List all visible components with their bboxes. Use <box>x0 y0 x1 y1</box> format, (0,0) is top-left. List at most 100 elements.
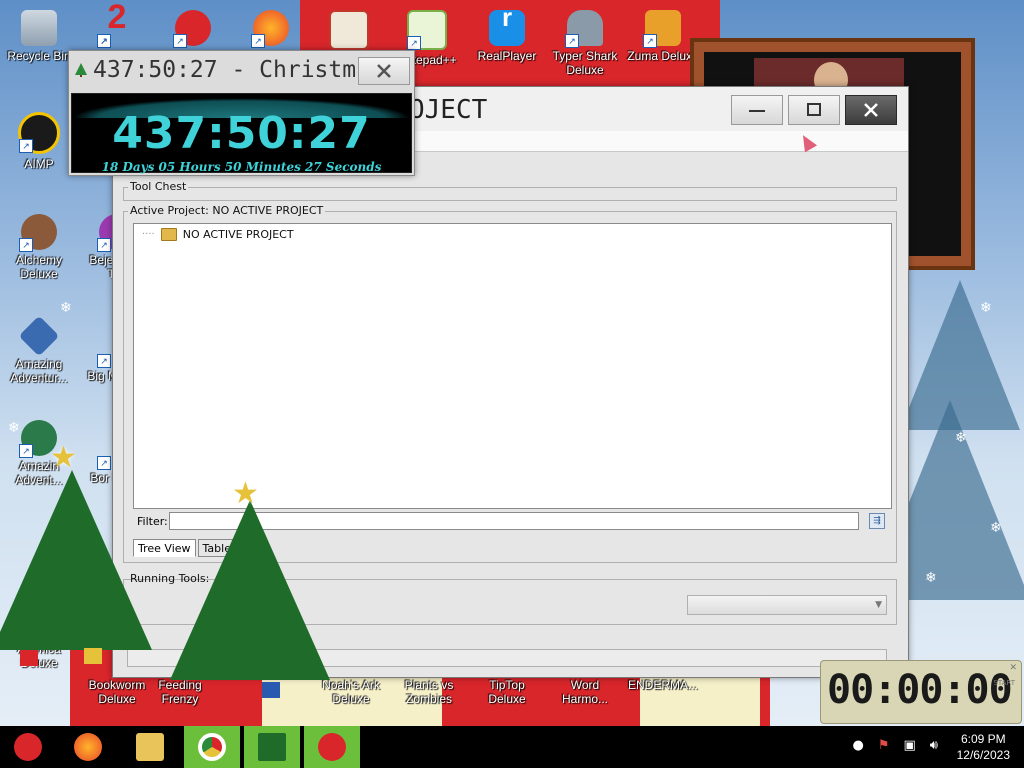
tree-root-label: NO ACTIVE PROJECT <box>182 228 294 241</box>
desktop-icon-feeding-frenzy[interactable]: Feeding Frenzy <box>150 678 210 706</box>
stopwatch-close-icon[interactable]: ✕ <box>1009 663 1017 673</box>
snowflake-icon: ❄ <box>60 300 72 316</box>
christmas-tree-left <box>0 470 152 650</box>
desktop-icon-plants-vs-zombies[interactable]: Plants vs Zombies <box>392 678 466 706</box>
stopwatch-start-button[interactable]: START <box>993 679 1015 687</box>
firefox-icon: ↗ <box>251 10 289 48</box>
snowflake-icon: ❄ <box>955 430 967 446</box>
desktop-icon-zuma[interactable]: ↗ Zuma Deluxe <box>626 10 700 63</box>
desktop-icon-alchemy[interactable]: ↗ Alchemy Deluxe <box>2 214 76 281</box>
desktop-icon-label: Feeding Frenzy <box>158 678 202 706</box>
desktop-icon-label: Alchemy Deluxe <box>15 253 62 281</box>
filter-apply-button[interactable]: ⇶ <box>869 513 885 529</box>
folder-icon <box>160 228 177 241</box>
gem-icon <box>18 315 60 357</box>
desktop-icon-label: Amazing Adventur... <box>10 357 68 385</box>
countdown-close-button[interactable] <box>358 57 410 85</box>
desktop-icon-label: ENDERMA... <box>627 678 698 692</box>
taskbar-app[interactable] <box>304 726 360 768</box>
gift-icon <box>210 688 228 704</box>
filter-icon: ⇶ <box>873 516 881 526</box>
project-tree[interactable]: ···· NO ACTIVE PROJECT <box>133 223 892 509</box>
realplayer-icon: r <box>489 4 525 46</box>
desktop-icon-bookworm[interactable]: Bookworm Deluxe <box>80 678 154 706</box>
tree-connector: ···· <box>142 229 155 240</box>
red-creature-icon: ↗ <box>173 10 211 48</box>
security-flag-icon[interactable]: ⚑ <box>878 738 890 753</box>
desktop-icon-amazing-adventures[interactable]: Amazing Adventur... <box>2 315 76 385</box>
santa-icon <box>14 733 42 761</box>
countdown-window-title: 437:50:27 - Christm... <box>93 57 398 83</box>
desktop-icon-recycle-bin[interactable]: Recycle Bin <box>2 10 76 63</box>
tree-root-node[interactable]: ···· NO ACTIVE PROJECT <box>142 228 294 241</box>
minimize-button[interactable] <box>731 95 783 125</box>
desktop-icon-label: Plants vs Zombies <box>404 678 454 706</box>
torii-icon <box>329 10 369 50</box>
shark-icon: ↗ <box>565 10 603 48</box>
countdown-window[interactable]: 437:50:27 - Christm... 437:50:27 18 Days… <box>68 50 415 176</box>
stopwatch-widget[interactable]: 00:00:00 START ✕ <box>820 660 1022 724</box>
countdown-titlebar[interactable]: 437:50:27 - Christm... <box>69 51 414 91</box>
tool-chest-label: Tool Chest <box>128 180 189 193</box>
running-tools-dropdown[interactable]: ▼ <box>687 595 887 615</box>
tool-chest-group: Tool Chest <box>123 180 897 201</box>
desktop-icon-word-harmony[interactable]: Word Harmo... <box>548 678 622 706</box>
taskbar-chrome[interactable] <box>184 726 240 768</box>
desktop-icon-shrine[interactable] <box>312 10 386 53</box>
desktop-icon-label: AIMP <box>24 157 54 171</box>
chrome-icon <box>198 733 226 761</box>
countdown-subtitle: 18 Days 05 Hours 50 Minutes 27 Seconds <box>101 160 382 174</box>
desktop-icon-red-creature[interactable]: ↗ <box>156 10 230 49</box>
notepad-icon: ↗ <box>407 10 447 50</box>
snowflake-icon: ❄ <box>980 300 992 316</box>
desktop-icon-aimp[interactable]: ↗ AIMP <box>2 112 76 171</box>
desktop-icon-tiptop[interactable]: TipTop Deluxe <box>470 678 544 706</box>
aimp-icon: ↗ <box>18 112 60 154</box>
star-icon: ★ <box>50 440 77 475</box>
clock-date: 12/6/2023 <box>956 748 1010 762</box>
start-button[interactable] <box>0 726 56 768</box>
red-app-icon <box>318 733 346 761</box>
volume-icon[interactable]: 🔊︎ <box>930 738 938 753</box>
wizard-icon: ↗ <box>19 214 57 252</box>
star-icon: ★ <box>232 476 259 511</box>
desktop-icon-2[interactable]: 2 ↗ <box>80 0 154 49</box>
close-button[interactable] <box>845 95 897 125</box>
desktop-icon-typer-shark[interactable]: ↗ Typer Shark Deluxe <box>548 10 622 77</box>
taskbar-clock[interactable]: 6:09 PM 12/6/2023 <box>957 731 1010 763</box>
taskbar: ● ⚑ ▣ 🔊︎ 6:09 PM 12/6/2023 <box>0 726 1024 768</box>
desktop-icon-label: Bookworm Deluxe <box>88 678 146 706</box>
clock-time: 6:09 PM <box>960 732 1006 746</box>
system-tray: ● ⚑ ▣ 🔊︎ <box>853 738 939 753</box>
close-icon <box>864 103 878 117</box>
snowflake-icon: ❄ <box>925 570 937 586</box>
countdown-display: 437:50:27 18 Days 05 Hours 50 Minutes 27… <box>71 93 412 174</box>
maximize-button[interactable] <box>788 95 840 125</box>
chevron-down-icon: ▼ <box>875 600 882 610</box>
christmas-tree-icon <box>258 733 286 761</box>
gift-icon <box>262 682 280 698</box>
main-window-title: OJECT <box>409 95 488 125</box>
desktop-icon-label: RealPlayer <box>477 49 537 63</box>
desktop-icon-enderman[interactable]: ENDERMA... <box>626 678 700 692</box>
desktop-icon-label: Recycle Bin <box>7 49 71 63</box>
firefox-icon <box>74 733 102 761</box>
minimize-icon <box>749 110 765 112</box>
christmas-tree-icon <box>75 63 87 77</box>
recycle-bin-icon <box>21 10 57 46</box>
taskbar-christmas-countdown[interactable] <box>244 726 300 768</box>
active-project-label: Active Project: NO ACTIVE PROJECT <box>128 204 326 217</box>
stopwatch-time: 00:00:00 <box>827 667 1013 713</box>
christmas-tree-center <box>170 500 330 680</box>
network-icon[interactable]: ▣ <box>904 738 916 753</box>
desktop-icon-realplayer[interactable]: r RealPlayer <box>470 4 544 63</box>
taskbar-firefox[interactable] <box>60 726 116 768</box>
notification-dot-icon[interactable]: ● <box>853 738 864 753</box>
zuma-icon: ↗ <box>643 10 681 48</box>
countdown-time: 437:50:27 <box>112 108 371 159</box>
desktop-icon-label: Word Harmo... <box>561 678 608 706</box>
taskbar-file-explorer[interactable] <box>122 726 178 768</box>
desktop-icon-noahs-ark[interactable]: Noah's Ark Deluxe <box>314 678 388 706</box>
desktop-icon-firefox[interactable]: ↗ <box>234 10 308 49</box>
desktop-icon-label: TipTop Deluxe <box>488 678 526 706</box>
